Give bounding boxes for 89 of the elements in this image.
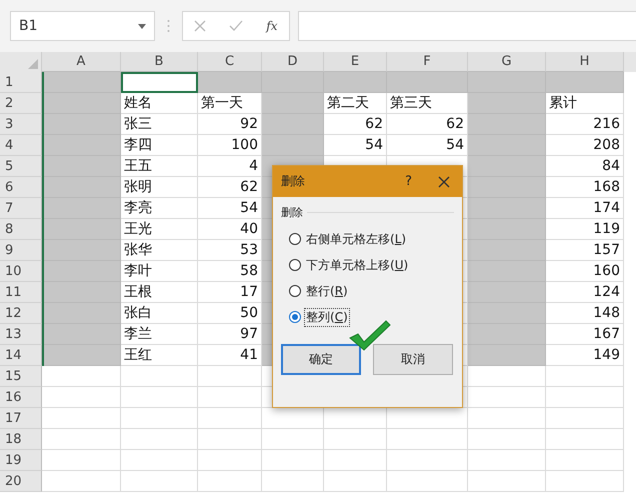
table-cell: 148: [546, 303, 624, 324]
table-cell: 174: [546, 198, 624, 219]
table-cell: [324, 429, 387, 450]
table-cell: [198, 471, 262, 492]
check-mark-icon: [348, 318, 392, 352]
row-header[interactable]: 5: [0, 156, 42, 177]
row-header[interactable]: 11: [0, 282, 42, 303]
row-header[interactable]: 10: [0, 261, 42, 282]
group-label: 删除: [281, 205, 303, 220]
dropdown-caret-icon[interactable]: [138, 24, 146, 28]
row-header[interactable]: 1: [0, 72, 42, 93]
dialog-title: 删除: [281, 173, 306, 190]
table-cell: 张白: [121, 303, 198, 324]
table-cell: 张三: [121, 114, 198, 135]
row-header[interactable]: 13: [0, 324, 42, 345]
grip-icon: [167, 19, 170, 33]
row-header[interactable]: 9: [0, 240, 42, 261]
table-cell: 王五: [121, 156, 198, 177]
option-label[interactable]: 右侧单元格左移(L): [304, 230, 408, 248]
table-cell: 62: [324, 114, 387, 135]
row-header[interactable]: 14: [0, 345, 42, 366]
check-icon[interactable]: [229, 20, 244, 32]
table-cell: 168: [546, 177, 624, 198]
table-cell: 李叶: [121, 261, 198, 282]
table-cell: 54: [324, 135, 387, 156]
table-cell: [324, 471, 387, 492]
column-header[interactable]: A: [42, 52, 121, 72]
row-header[interactable]: 8: [0, 219, 42, 240]
table-cell: [198, 450, 262, 471]
column-header[interactable]: H: [546, 52, 624, 72]
formula-input[interactable]: [298, 11, 636, 41]
option-label[interactable]: 下方单元格上移(U): [304, 256, 410, 274]
active-cell[interactable]: [121, 72, 198, 93]
option-label[interactable]: 整行(R): [304, 282, 350, 300]
table-cell: [198, 429, 262, 450]
table-cell: 张明: [121, 177, 198, 198]
radio-button[interactable]: [289, 259, 301, 271]
table-cell: 157: [546, 240, 624, 261]
row-header[interactable]: 18: [0, 429, 42, 450]
table-cell: 王光: [121, 219, 198, 240]
row-header[interactable]: 17: [0, 408, 42, 429]
table-cell: [262, 429, 324, 450]
column-header[interactable]: E: [324, 52, 387, 72]
row-header[interactable]: 15: [0, 366, 42, 387]
table-cell: 第二天: [324, 93, 387, 114]
table-cell: [324, 450, 387, 471]
table-cell: 姓名: [121, 93, 198, 114]
help-button[interactable]: ?: [405, 174, 412, 189]
column-header[interactable]: F: [387, 52, 468, 72]
row-header[interactable]: 4: [0, 135, 42, 156]
table-cell: 王根: [121, 282, 198, 303]
table-cell: 李亮: [121, 198, 198, 219]
table-cell: 84: [546, 156, 624, 177]
table-cell: [262, 450, 324, 471]
table-cell: [198, 408, 262, 429]
row-header[interactable]: 6: [0, 177, 42, 198]
table-cell: 216: [546, 114, 624, 135]
row-header[interactable]: 19: [0, 450, 42, 471]
table-cell: 李四: [121, 135, 198, 156]
table-cell: 119: [546, 219, 624, 240]
radio-button[interactable]: [289, 233, 301, 245]
row-header[interactable]: 3: [0, 114, 42, 135]
table-cell: 张华: [121, 240, 198, 261]
table-cell: 149: [546, 345, 624, 366]
insert-function-button[interactable]: fx: [266, 19, 278, 33]
radio-button[interactable]: [289, 311, 301, 323]
row-header[interactable]: 7: [0, 198, 42, 219]
row-header[interactable]: 16: [0, 387, 42, 408]
radio-button[interactable]: [289, 285, 301, 297]
table-cell: [262, 471, 324, 492]
row-header[interactable]: 2: [0, 93, 42, 114]
table-cell: 王红: [121, 345, 198, 366]
row-header[interactable]: 12: [0, 303, 42, 324]
table-cell: 160: [546, 261, 624, 282]
column-header[interactable]: G: [468, 52, 546, 72]
ok-button[interactable]: 确定: [281, 344, 361, 375]
cancel-button[interactable]: 取消: [373, 344, 453, 375]
column-header[interactable]: D: [262, 52, 324, 72]
column-header[interactable]: C: [198, 52, 262, 72]
row-header[interactable]: 20: [0, 471, 42, 492]
column-header[interactable]: B: [121, 52, 198, 72]
option-label[interactable]: 整列(C): [304, 308, 350, 326]
table-cell: 李兰: [121, 324, 198, 345]
table-cell: 208: [546, 135, 624, 156]
table-cell: 124: [546, 282, 624, 303]
table-cell: 167: [546, 324, 624, 345]
name-box[interactable]: B1: [10, 11, 155, 41]
table-cell: 累计: [546, 93, 624, 114]
close-icon[interactable]: [438, 176, 450, 188]
